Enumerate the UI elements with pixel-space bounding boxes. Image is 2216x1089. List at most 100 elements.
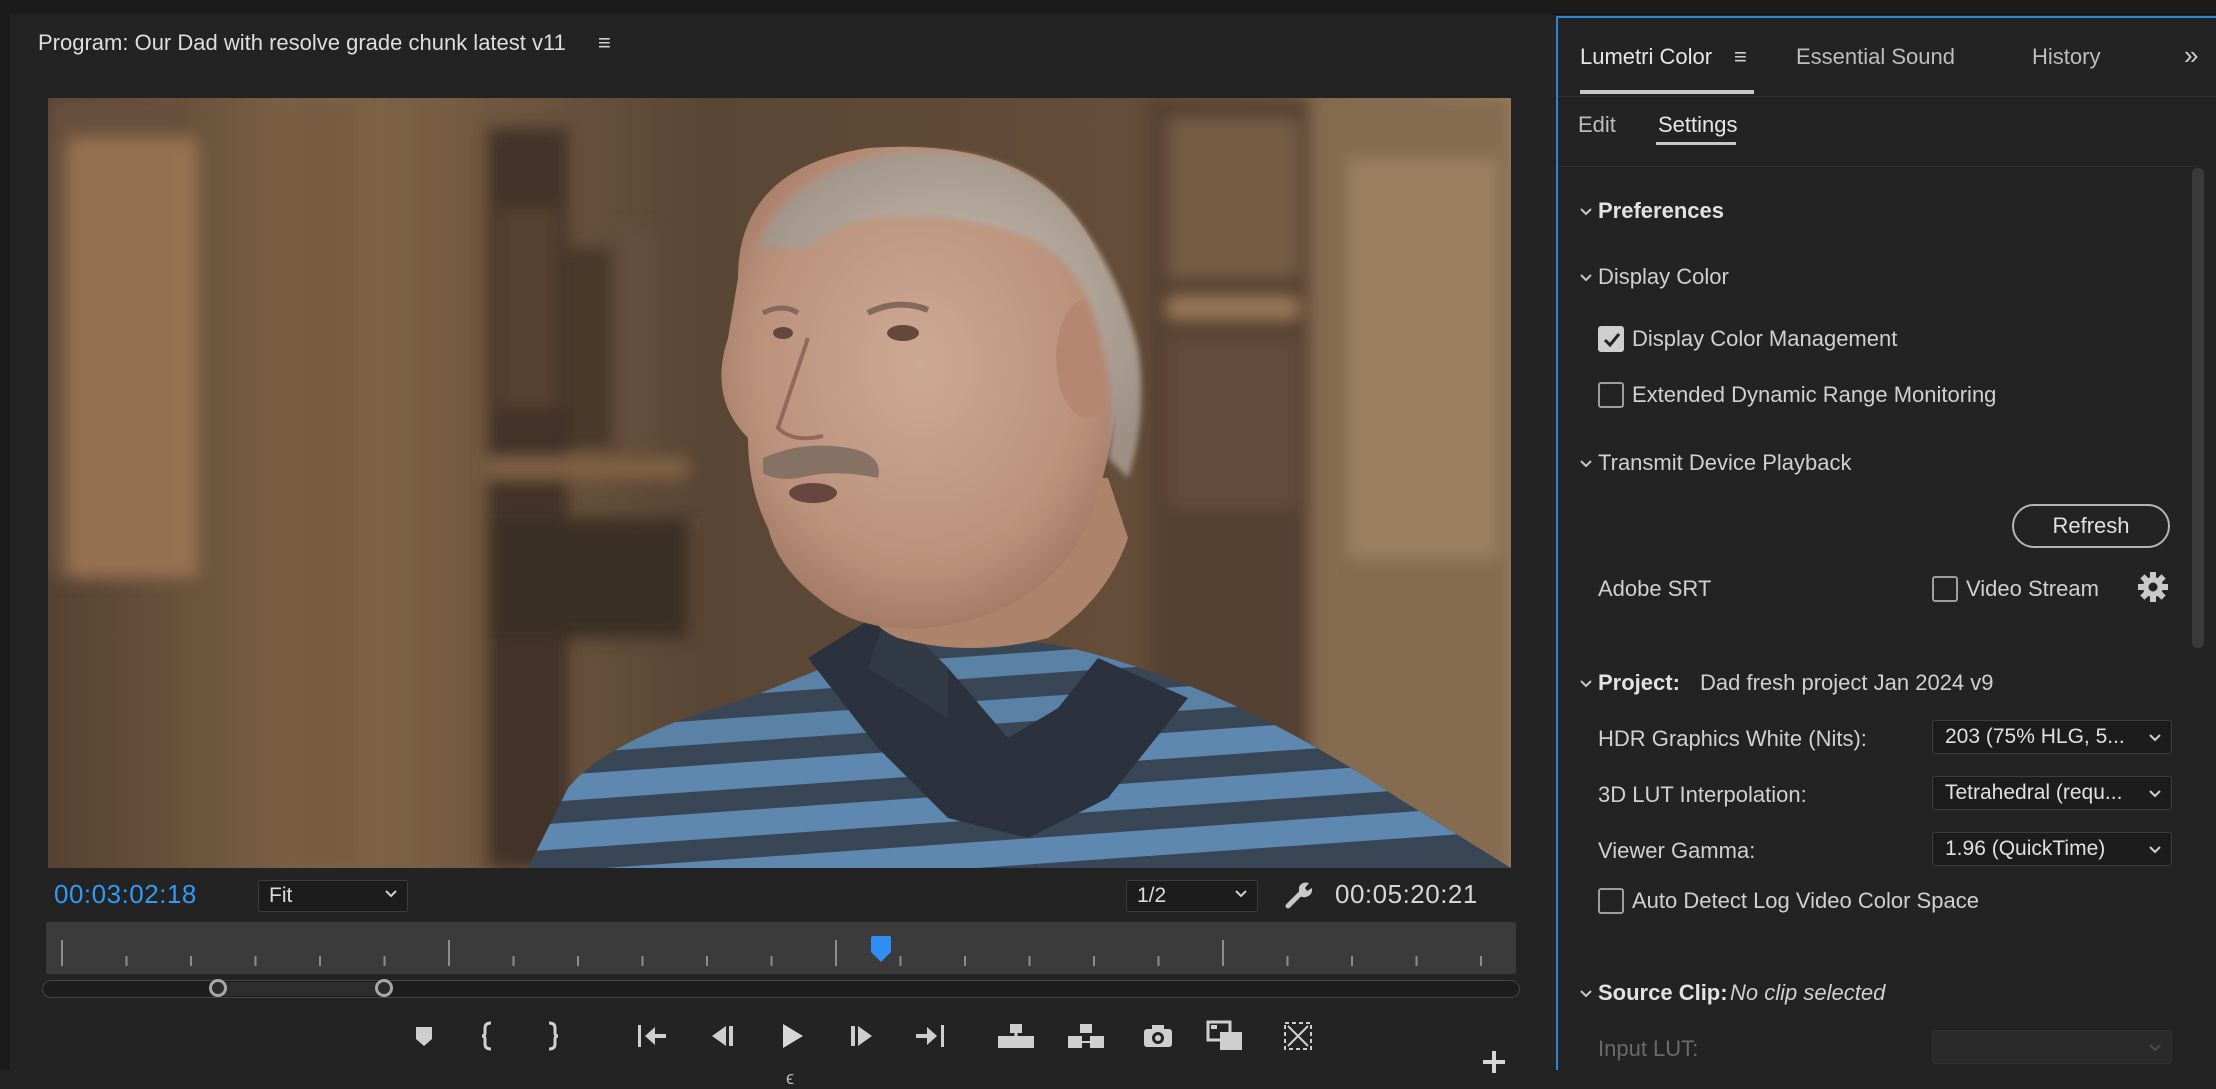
camera-icon	[1144, 1025, 1172, 1047]
zoom-scrollbar[interactable]	[42, 979, 1520, 998]
top-strip	[0, 0, 2216, 15]
subtab-edit[interactable]: Edit	[1578, 112, 1616, 138]
panel-scrollbar[interactable]	[2192, 168, 2204, 648]
auto-detect-log-checkbox[interactable]	[1598, 888, 1624, 914]
mark-in-button[interactable]	[466, 1014, 510, 1058]
hdr-graphics-white-select[interactable]: 203 (75% HLG, 5...	[1932, 720, 2172, 754]
wrench-settings-icon[interactable]	[1282, 878, 1316, 912]
marker-icon	[416, 1027, 432, 1046]
program-title: Program: Our Dad with resolve grade chun…	[38, 30, 566, 55]
chevron-down-icon[interactable]	[1578, 204, 1594, 220]
project-name: Dad fresh project Jan 2024 v9	[1700, 670, 1994, 695]
lumetri-panel: Lumetri Color ≡ Essential Sound History …	[1556, 16, 2216, 1070]
display-color-management-label: Display Color Management	[1632, 326, 1898, 351]
playhead-icon[interactable]	[870, 936, 892, 964]
zoom-handle-left[interactable]	[209, 979, 227, 997]
mark-in-icon	[481, 1021, 492, 1051]
checkmark-icon	[1603, 333, 1621, 348]
play-button[interactable]	[770, 1014, 814, 1058]
viewer-gamma-value: 1.96 (QuickTime)	[1945, 837, 2106, 860]
lut-interpolation-label: 3D LUT Interpolation:	[1598, 782, 1807, 807]
go-to-out-button[interactable]	[908, 1014, 952, 1058]
go-to-in-icon	[638, 1025, 666, 1047]
go-to-out-icon	[916, 1025, 944, 1047]
display-color-header[interactable]: Display Color	[1598, 264, 1729, 290]
chevron-down-icon[interactable]	[1578, 456, 1594, 472]
left-edge	[0, 14, 10, 1070]
chevron-down-icon	[2149, 790, 2161, 798]
add-button-plus-icon[interactable]	[1474, 1042, 1514, 1082]
viewer-gamma-label: Viewer Gamma:	[1598, 838, 1756, 863]
gear-icon[interactable]	[2136, 570, 2170, 604]
tab-history[interactable]: History	[2032, 44, 2100, 70]
go-to-in-button[interactable]	[630, 1014, 674, 1058]
zoom-level-select[interactable]: Fit	[258, 880, 408, 912]
extended-dynamic-range-checkbox[interactable]	[1598, 382, 1624, 408]
hdr-graphics-white-label: HDR Graphics White (Nits):	[1598, 726, 1867, 751]
step-back-icon	[712, 1026, 733, 1046]
video-stream-label: Video Stream	[1966, 576, 2099, 601]
transmit-device-header[interactable]: Transmit Device Playback	[1598, 450, 1851, 476]
step-forward-icon	[851, 1026, 872, 1046]
chevron-down-icon	[2149, 1044, 2161, 1052]
lift-icon	[998, 1024, 1034, 1048]
panel-overflow-icon[interactable]: »	[2184, 40, 2198, 71]
marker-glyph: ϵ	[786, 1068, 794, 1088]
mark-out-icon	[548, 1021, 559, 1051]
comparison-view-icon	[1206, 1020, 1242, 1050]
chevron-down-icon	[1235, 890, 1247, 898]
video-stream-checkbox[interactable]	[1932, 576, 1958, 602]
panel-menu-icon[interactable]: ≡	[1734, 44, 1747, 70]
chevron-down-icon	[385, 890, 397, 898]
active-tab-indicator	[1580, 90, 1754, 94]
refresh-button[interactable]: Refresh	[2012, 504, 2170, 548]
lut-interpolation-select[interactable]: Tetrahedral (requ...	[1932, 776, 2172, 810]
zoom-handle-right[interactable]	[375, 979, 393, 997]
tab-essential-sound[interactable]: Essential Sound	[1796, 44, 1955, 70]
adobe-srt-label: Adobe SRT	[1598, 576, 1712, 601]
zoom-level-value: Fit	[269, 884, 293, 907]
subtab-settings[interactable]: Settings	[1658, 112, 1738, 138]
subtab-divider	[1558, 166, 2198, 167]
extended-dynamic-range-label: Extended Dynamic Range Monitoring	[1632, 382, 1997, 407]
extract-icon	[1068, 1024, 1104, 1048]
toggle-proxies-button[interactable]	[1276, 1014, 1320, 1058]
mark-out-button[interactable]	[530, 1014, 574, 1058]
preferences-header[interactable]: Preferences	[1598, 198, 1724, 224]
duration-timecode: 00:05:20:21	[1335, 879, 1478, 909]
chevron-down-icon[interactable]	[1578, 270, 1594, 286]
current-timecode[interactable]: 00:03:02:18	[54, 879, 197, 910]
comparison-view-button[interactable]	[1204, 1014, 1248, 1058]
chevron-down-icon[interactable]	[1578, 676, 1594, 692]
active-subtab-indicator	[1656, 142, 1736, 145]
viewer-gamma-select[interactable]: 1.96 (QuickTime)	[1932, 832, 2172, 866]
toggle-proxies-icon	[1284, 1022, 1312, 1050]
playback-resolution-select[interactable]: 1/2	[1126, 880, 1258, 912]
chevron-down-icon	[2149, 846, 2161, 854]
input-lut-label: Input LUT:	[1598, 1036, 1699, 1061]
program-menu-icon[interactable]: ≡	[598, 30, 611, 56]
time-ruler-ticks	[61, 940, 1482, 966]
tab-lumetri-color[interactable]: Lumetri Color	[1580, 44, 1712, 70]
chevron-down-icon[interactable]	[1578, 986, 1594, 1002]
extract-button[interactable]	[1064, 1014, 1108, 1058]
program-monitor: Program: Our Dad with resolve grade chun…	[10, 14, 1552, 1088]
source-clip-value: No clip selected	[1730, 980, 1886, 1005]
auto-detect-log-label: Auto Detect Log Video Color Space	[1632, 888, 1979, 913]
chevron-down-icon	[2149, 734, 2161, 742]
hdr-graphics-white-value: 203 (75% HLG, 5...	[1945, 725, 2125, 748]
step-forward-button[interactable]	[840, 1014, 884, 1058]
lift-button[interactable]	[994, 1014, 1038, 1058]
playback-resolution-value: 1/2	[1137, 884, 1167, 907]
export-frame-button[interactable]	[1136, 1014, 1180, 1058]
project-header-label[interactable]: Project:	[1598, 670, 1680, 696]
video-viewer[interactable]	[48, 98, 1511, 868]
time-ruler[interactable]	[46, 922, 1516, 974]
display-color-management-checkbox[interactable]	[1598, 326, 1624, 352]
input-lut-select[interactable]	[1932, 1030, 2172, 1064]
zoom-scrollbar-thumb[interactable]	[223, 982, 389, 996]
lut-interpolation-value: Tetrahedral (requ...	[1945, 781, 2123, 804]
step-back-button[interactable]	[700, 1014, 744, 1058]
source-clip-header-label[interactable]: Source Clip:	[1598, 980, 1728, 1006]
add-marker-button[interactable]	[402, 1014, 446, 1058]
